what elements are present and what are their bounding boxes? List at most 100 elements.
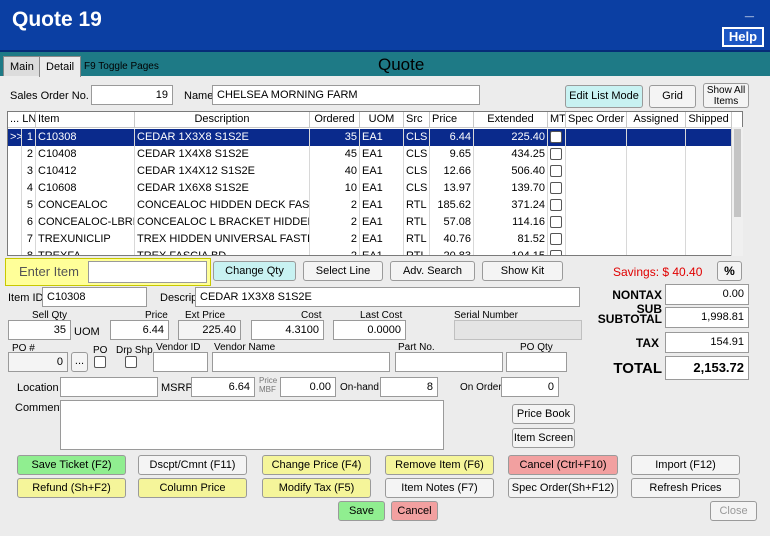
remove-item-button[interactable]: Remove Item (F6) — [385, 455, 494, 475]
cell-mt[interactable] — [548, 163, 566, 180]
edit-list-mode-button[interactable]: Edit List Mode — [565, 85, 643, 108]
tax-field: 154.91 — [665, 332, 749, 353]
percent-button[interactable]: % — [717, 261, 742, 281]
cell-mt[interactable] — [548, 231, 566, 248]
po-number-field: 0 — [8, 352, 68, 372]
po-lookup-button[interactable]: ... — [71, 352, 88, 372]
import-button[interactable]: Import (F12) — [631, 455, 740, 475]
col-header-item[interactable]: Item — [36, 112, 135, 128]
table-row[interactable]: 3 C10412 CEDAR 1X4X12 S1S2E 40 EA1 CLS 12.66 50… — [8, 163, 732, 180]
mt-checkbox[interactable] — [550, 182, 562, 195]
cancel-button[interactable]: Cancel — [391, 501, 438, 521]
change-qty-button[interactable]: Change Qty — [213, 261, 296, 281]
grid-scrollbar[interactable] — [731, 127, 743, 256]
show-kit-button[interactable]: Show Kit — [482, 261, 563, 281]
mt-checkbox[interactable] — [550, 148, 562, 161]
last-cost-field[interactable]: 0.0000 — [333, 320, 406, 340]
modify-tax-button[interactable]: Modify Tax (F5) — [262, 478, 371, 498]
cell-mt[interactable] — [548, 214, 566, 231]
col-header-description[interactable]: Description — [135, 112, 310, 128]
msrp-field[interactable]: 6.64 — [191, 377, 255, 397]
cell-mt[interactable] — [548, 197, 566, 214]
cell-price: 12.66 — [430, 163, 474, 180]
cell-desc: CONCEALOC HIDDEN DECK FASTEN — [135, 197, 310, 214]
subtotal-field: 1,998.81 — [665, 307, 749, 328]
refresh-prices-button[interactable]: Refresh Prices — [631, 478, 740, 498]
save-ticket-button[interactable]: Save Ticket (F2) — [17, 455, 126, 475]
sell-qty-field[interactable]: 35 — [8, 320, 71, 340]
cell-spec — [566, 231, 627, 248]
col-header-extended[interactable]: Extended — [474, 112, 548, 128]
table-row[interactable]: 7TREXUNICLIPTREX HIDDEN UNIVERSAL FASTEN… — [8, 231, 732, 248]
cell-item: C10608 — [36, 180, 135, 197]
help-button[interactable]: Help — [722, 27, 764, 47]
cell-ordered: 2 — [310, 197, 360, 214]
item-notes-button[interactable]: Item Notes (F7) — [385, 478, 494, 498]
table-row[interactable]: >> 1 C10308 CEDAR 1X3X8 S1S2E 35 EA1 CLS 6.44 22… — [8, 129, 732, 146]
item-id-field[interactable]: C10308 — [42, 287, 147, 307]
close-button[interactable]: Close — [710, 501, 757, 521]
table-row[interactable]: 5CONCEALOCCONCEALOC HIDDEN DECK FASTEN2E… — [8, 197, 732, 214]
mt-checkbox[interactable] — [550, 216, 562, 229]
descrip-field[interactable]: CEDAR 1X3X8 S1S2E — [195, 287, 580, 307]
save-button[interactable]: Save — [338, 501, 385, 521]
item-screen-button[interactable]: Item Screen — [512, 428, 575, 448]
minimize-button[interactable]: _ — [745, 2, 754, 20]
enter-item-input[interactable] — [88, 261, 207, 283]
spec-order-button[interactable]: Spec Order(Sh+F12) — [508, 478, 618, 498]
cost-field[interactable]: 4.3100 — [251, 320, 324, 340]
page-title: Quote — [378, 55, 425, 74]
vendor-name-field[interactable] — [212, 352, 390, 372]
col-header-price[interactable]: Price — [430, 112, 474, 128]
cell-mt[interactable] — [548, 248, 566, 255]
cell-mt[interactable] — [548, 146, 566, 163]
table-row[interactable]: 4 C10608 CEDAR 1X6X8 S1S2E 10 EA1 CLS 13.97 139… — [8, 180, 732, 197]
col-header-ln[interactable]: ... LN — [8, 112, 36, 128]
vendor-id-field[interactable] — [153, 352, 208, 372]
mt-checkbox[interactable] — [550, 199, 562, 212]
refund-button[interactable]: Refund (Sh+F2) — [17, 478, 126, 498]
items-grid[interactable]: ... LN Item Description Ordered UOM Src … — [7, 111, 743, 256]
col-header-uom[interactable]: UOM — [360, 112, 404, 128]
col-header-mt[interactable]: MT — [548, 112, 566, 128]
cancel-ctrl-f10-button[interactable]: Cancel (Ctrl+F10) — [508, 455, 618, 475]
po-qty-field[interactable] — [506, 352, 567, 372]
comment-field[interactable] — [60, 400, 444, 450]
table-row[interactable]: 2 C10408 CEDAR 1X4X8 S1S2E 45 EA1 CLS 9.65 434.… — [8, 146, 732, 163]
price-book-button[interactable]: Price Book — [512, 404, 575, 424]
col-header-shipped[interactable]: Shipped — [686, 112, 732, 128]
tab-main[interactable]: Main — [3, 56, 41, 76]
descrip-label: Descrip — [160, 292, 198, 304]
column-price-button[interactable]: Column Price — [138, 478, 247, 498]
change-price-button[interactable]: Change Price (F4) — [262, 455, 371, 475]
col-header-ordered[interactable]: Ordered — [310, 112, 360, 128]
drp-shp-checkbox[interactable] — [125, 356, 137, 368]
table-row[interactable]: 8 TREXFA TREX FASCIA BD 2 EA1 RTL 20.83 104.15 — [8, 248, 732, 255]
tab-detail[interactable]: Detail — [39, 56, 82, 77]
price-mbf-field[interactable]: 0.00 — [280, 377, 336, 397]
col-header-spec-order[interactable]: Spec Order — [566, 112, 627, 128]
grid-button[interactable]: Grid — [649, 85, 696, 108]
po-checkbox[interactable] — [94, 356, 106, 368]
mt-checkbox[interactable] — [550, 165, 562, 178]
dscpt-cmnt-button[interactable]: Dscpt/Cmnt (F11) — [138, 455, 247, 475]
sales-order-field[interactable]: 19 — [91, 85, 173, 105]
cell-mt[interactable] — [548, 180, 566, 197]
location-field[interactable] — [60, 377, 158, 397]
mt-checkbox[interactable] — [550, 131, 562, 144]
serial-number-field[interactable] — [454, 320, 582, 340]
mt-checkbox[interactable] — [550, 250, 562, 255]
col-header-src[interactable]: Src — [404, 112, 430, 128]
table-row[interactable]: 6 CONCEALOC-LBRK CONCEALOC L BRACKET HIDDE… — [8, 214, 732, 231]
mt-checkbox[interactable] — [550, 233, 562, 246]
cell-mt[interactable] — [548, 129, 566, 146]
cell-ln: 6 — [22, 214, 36, 231]
select-line-button[interactable]: Select Line — [303, 261, 383, 281]
show-all-items-button[interactable]: Show All Items — [703, 83, 749, 108]
part-no-field[interactable] — [395, 352, 503, 372]
col-header-assigned[interactable]: Assigned — [627, 112, 686, 128]
name-field[interactable]: CHELSEA MORNING FARM — [212, 85, 480, 105]
price-field[interactable]: 6.44 — [110, 320, 169, 340]
adv-search-button[interactable]: Adv. Search — [390, 261, 475, 281]
cell-uom: EA1 — [360, 180, 404, 197]
